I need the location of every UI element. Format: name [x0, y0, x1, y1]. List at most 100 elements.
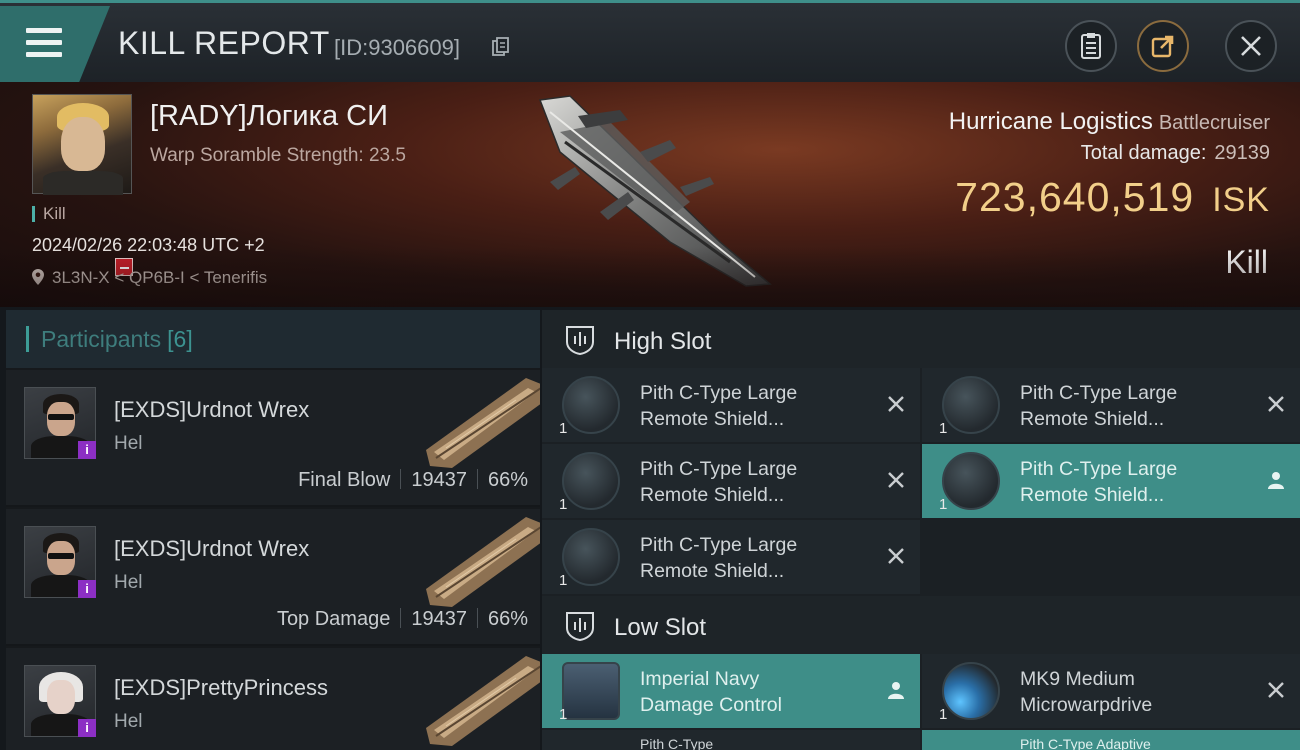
shield-module-icon [562, 452, 620, 510]
dropped-person-icon [888, 682, 904, 699]
menu-button[interactable] [0, 6, 110, 82]
participant-damage: 19437 [411, 469, 467, 491]
report-id: [ID:9306609] [334, 35, 460, 60]
ship-render [538, 95, 772, 287]
module-name: Pith C-Type Adaptive [1020, 736, 1151, 750]
ship-name: Hurricane Logistics [948, 108, 1153, 135]
module-name: Pith C-Type Large Remote Shield... [1020, 458, 1178, 506]
clone-badge: i [78, 441, 96, 459]
location-pin-icon [32, 269, 44, 285]
clone-badge: i [78, 719, 96, 737]
share-icon [1151, 35, 1174, 58]
victim-ship[interactable]: Hurricane Logistics Battlecruiser [949, 108, 1270, 136]
destroyed-icon [888, 548, 904, 564]
ship-class: Battlecruiser [1158, 112, 1270, 134]
clone-badge: i [78, 580, 96, 598]
weapon-render [426, 656, 540, 746]
low-slot-label: Low Slot [614, 614, 707, 641]
module-item[interactable]: Pith C-Type [542, 730, 920, 750]
participant-row[interactable]: i [EXDS]Urdnot Wrex Hel Final Blow 19437 6… [6, 370, 540, 507]
low-slot-header: Low Slot [542, 596, 1300, 654]
microwarpdrive-icon [942, 662, 1000, 720]
participants-count: [6] [167, 325, 193, 352]
shield-module-icon [942, 376, 1000, 434]
isk-amount: 723,640,519 [955, 174, 1195, 220]
participant-damage: 19437 [411, 608, 467, 630]
module-name: Pith C-Type [640, 736, 714, 750]
page-title: KILL REPORT [118, 25, 330, 61]
module-name: Pith C-Type Large Remote Shield... [1020, 382, 1178, 430]
victim-avatar[interactable] [32, 94, 132, 195]
weapon-render [426, 517, 540, 607]
destroyed-icon [888, 472, 904, 488]
module-qty: 1 [939, 420, 948, 437]
module-item[interactable]: 1 Pith C-Type Large Remote Shield... [542, 444, 920, 518]
close-icon [1241, 36, 1261, 56]
module-item[interactable]: Pith C-Type Adaptive [922, 730, 1300, 750]
module-item[interactable]: 1 Pith C-Type Large Remote Shield... [922, 444, 1300, 518]
warp-scramble-strength: Warp Soramble Strength: 23.5 [150, 145, 406, 166]
participant-ship: Hel [114, 711, 143, 732]
participant-row[interactable]: i [EXDS]PrettyPrincess Hel [6, 648, 540, 750]
participant-stats: Top Damage 19437 66% [277, 608, 528, 631]
participant-percent: 66% [487, 469, 528, 491]
module-qty: 1 [559, 420, 568, 437]
high-slot-label: High Slot [614, 328, 712, 355]
destroyed-icon [1268, 396, 1284, 412]
high-slot-header: High Slot [542, 310, 1300, 368]
kill-tag: Kill [32, 205, 66, 222]
copy-icon[interactable] [492, 37, 510, 57]
clipboard-icon [1081, 33, 1101, 59]
module-name: Pith C-Type Large Remote Shield... [640, 382, 798, 430]
location-text: 3L3N-X < QP6B-I < Tenerifis [52, 268, 268, 287]
participant-name: [EXDS]Urdnot Wrex [114, 536, 310, 561]
module-qty: 1 [559, 572, 568, 589]
high-slot-icon [566, 326, 594, 356]
participant-role: Final Blow [298, 469, 391, 491]
participant-row[interactable]: i [EXDS]Urdnot Wrex Hel Top Damage 19437 6… [6, 509, 540, 646]
victim-name[interactable]: [RADY]Логика СИ [150, 100, 388, 133]
participant-percent: 66% [487, 608, 528, 630]
participant-ship: Hel [114, 572, 143, 593]
total-damage-value: 29139 [1214, 142, 1270, 164]
module-item[interactable]: 1 Imperial Navy Damage Control [542, 654, 920, 728]
shield-module-icon [562, 528, 620, 586]
clipboard-button[interactable] [1065, 20, 1117, 72]
destroyed-icon [1268, 682, 1284, 698]
close-button[interactable] [1225, 20, 1277, 72]
victim-summary: [RADY]Логика СИ Warp Soramble Strength: … [0, 82, 1300, 307]
module-item[interactable]: 1 MK9 Medium Microwarpdrive [922, 654, 1300, 728]
module-name: Pith C-Type Large Remote Shield... [640, 458, 798, 506]
module-item[interactable]: 1 Pith C-Type Large Remote Shield... [922, 368, 1300, 442]
damage-control-icon [562, 662, 620, 720]
participants-panel: Participants [6] i [EXDS]Urdnot Wrex Hel … [6, 310, 540, 750]
shield-module-icon [562, 376, 620, 434]
isk-unit: ISK [1212, 181, 1270, 219]
corp-badge [115, 258, 133, 276]
module-item[interactable]: 1 Pith C-Type Large Remote Shield... [542, 368, 920, 442]
participant-name: [EXDS]Urdnot Wrex [114, 397, 310, 422]
module-name: MK9 Medium Microwarpdrive [1020, 668, 1153, 716]
module-name: Imperial Navy Damage Control [640, 668, 782, 716]
module-qty: 1 [939, 706, 948, 723]
destroyed-icon [888, 396, 904, 412]
kill-timestamp: 2024/02/26 22:03:48 UTC +2 [32, 235, 265, 255]
total-damage: Total damage: 29139 [1081, 142, 1270, 165]
module-item[interactable]: 1 Pith C-Type Large Remote Shield... [542, 520, 920, 594]
top-bar: KILL REPORT [ID:9306609] [0, 0, 1300, 82]
module-qty: 1 [559, 496, 568, 513]
module-name: Pith C-Type Large Remote Shield... [640, 534, 798, 582]
participants-header[interactable]: Participants [6] [6, 310, 540, 368]
weapon-render [426, 378, 540, 468]
total-damage-label: Total damage: [1080, 142, 1207, 164]
participant-ship: Hel [114, 433, 143, 454]
participant-role: Top Damage [276, 608, 391, 630]
fitting-panel: High Slot 1 Pith C-Type Large Remote Shie… [542, 310, 1300, 750]
module-qty: 1 [559, 706, 568, 723]
participants-label: Participants [41, 325, 162, 352]
kill-location[interactable]: 3L3N-X < QP6B-I < Tenerifis [32, 268, 267, 288]
low-slot-icon [566, 612, 594, 642]
isk-value: 723,640,519 ISK [955, 174, 1270, 221]
share-button[interactable] [1137, 20, 1189, 72]
shield-module-icon [942, 452, 1000, 510]
